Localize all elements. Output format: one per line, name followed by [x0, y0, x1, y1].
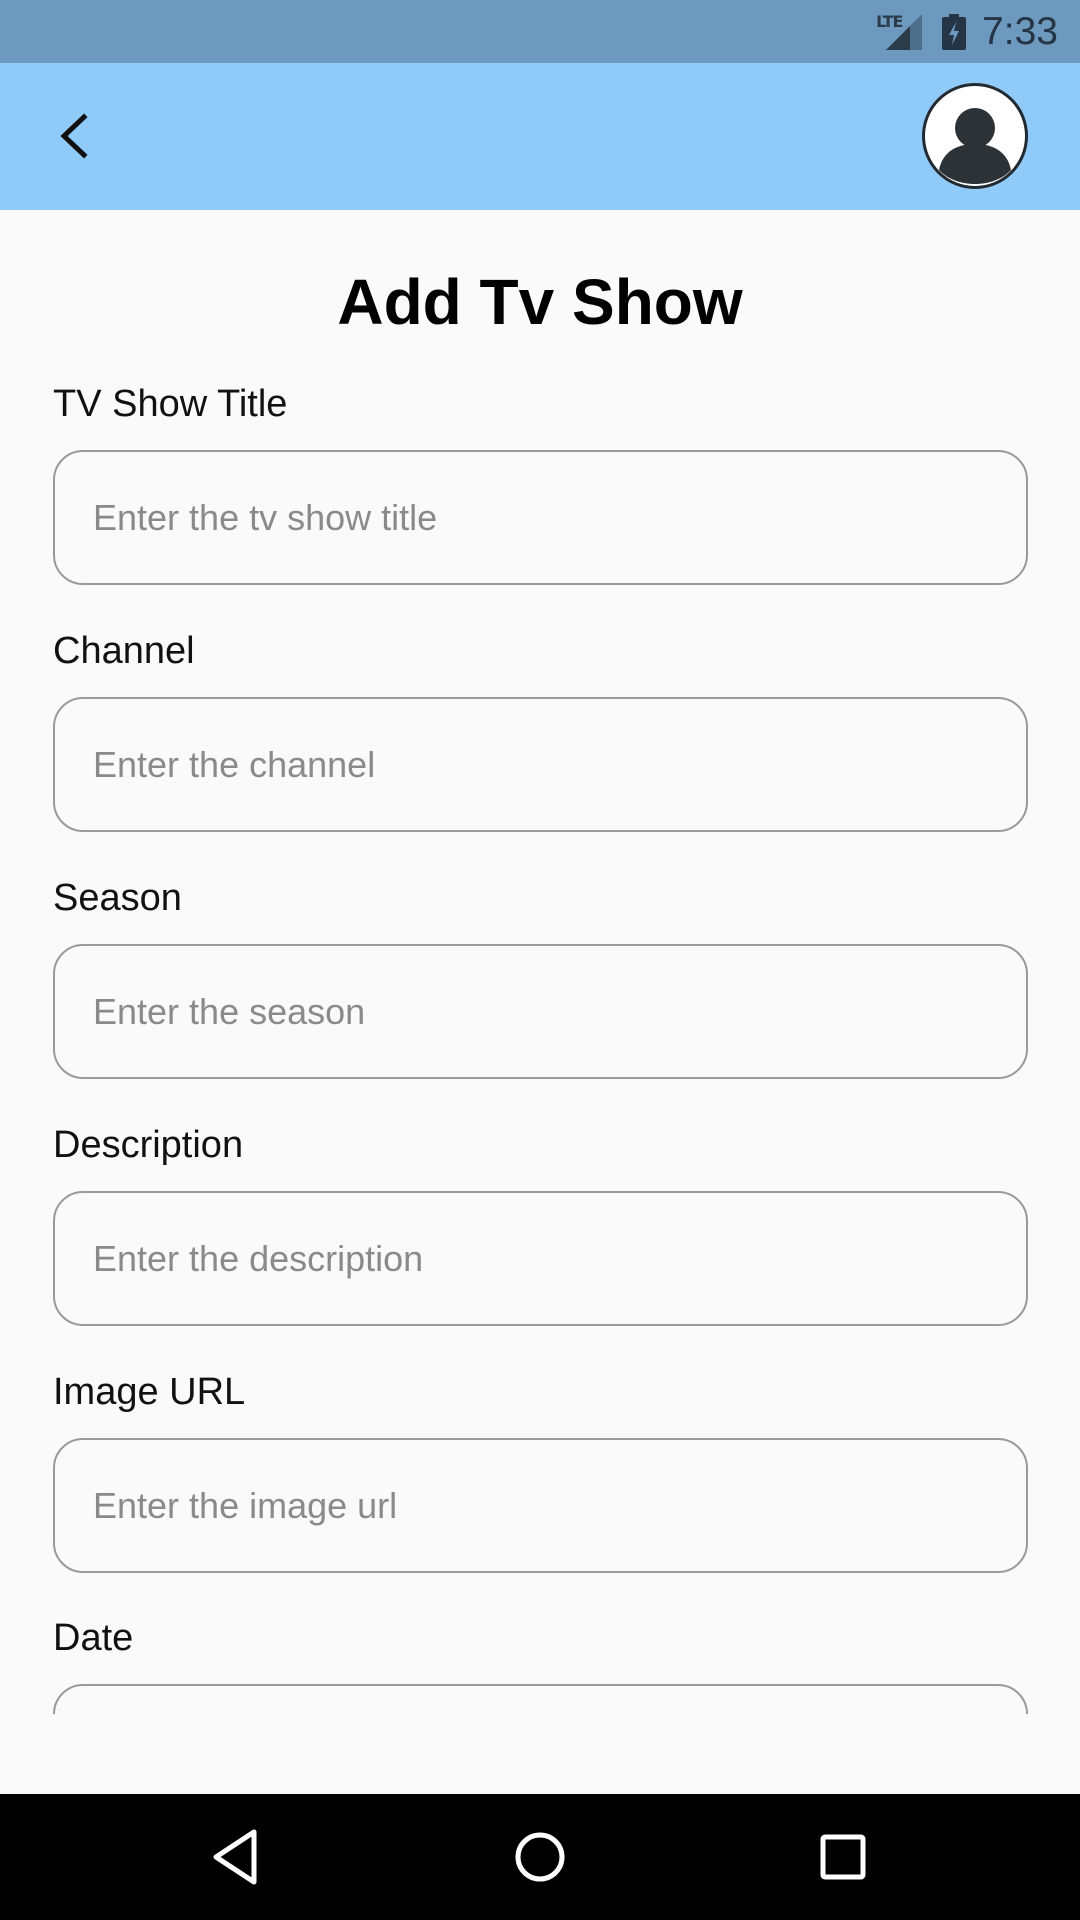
back-button[interactable] — [40, 103, 106, 169]
page-title: Add Tv Show — [337, 266, 743, 338]
status-bar: LTE 7:33 — [0, 0, 1080, 63]
square-recents-icon — [820, 1834, 866, 1880]
title-input[interactable] — [53, 450, 1028, 585]
image-url-label: Image URL — [53, 1371, 246, 1413]
description-input[interactable] — [53, 1191, 1028, 1326]
status-icons: LTE 7:33 — [874, 0, 1058, 63]
circle-home-icon — [515, 1832, 565, 1882]
description-label: Description — [53, 1124, 244, 1166]
triangle-back-icon — [213, 1829, 257, 1885]
app-bar — [0, 63, 1080, 210]
channel-label: Channel — [53, 630, 195, 672]
channel-input[interactable] — [53, 697, 1028, 832]
nav-back-button[interactable] — [202, 1822, 272, 1892]
title-label: TV Show Title — [53, 383, 288, 425]
date-input[interactable] — [53, 1684, 1028, 1714]
clock: 7:33 — [982, 9, 1058, 53]
chevron-left-icon — [60, 113, 88, 159]
season-label: Season — [53, 877, 182, 919]
avatar-button[interactable] — [922, 83, 1028, 189]
signal-icon: LTE — [874, 12, 924, 52]
season-input[interactable] — [53, 944, 1028, 1079]
date-label: Date — [53, 1617, 134, 1659]
battery-charging-icon — [942, 13, 967, 50]
system-nav-bar — [0, 1794, 1080, 1920]
image-url-input[interactable] — [53, 1438, 1028, 1573]
nav-home-button[interactable] — [505, 1822, 575, 1892]
nav-recents-button[interactable] — [808, 1822, 878, 1892]
account-circle-icon — [939, 108, 1011, 184]
form-scroll-clip — [0, 1660, 1080, 1714]
